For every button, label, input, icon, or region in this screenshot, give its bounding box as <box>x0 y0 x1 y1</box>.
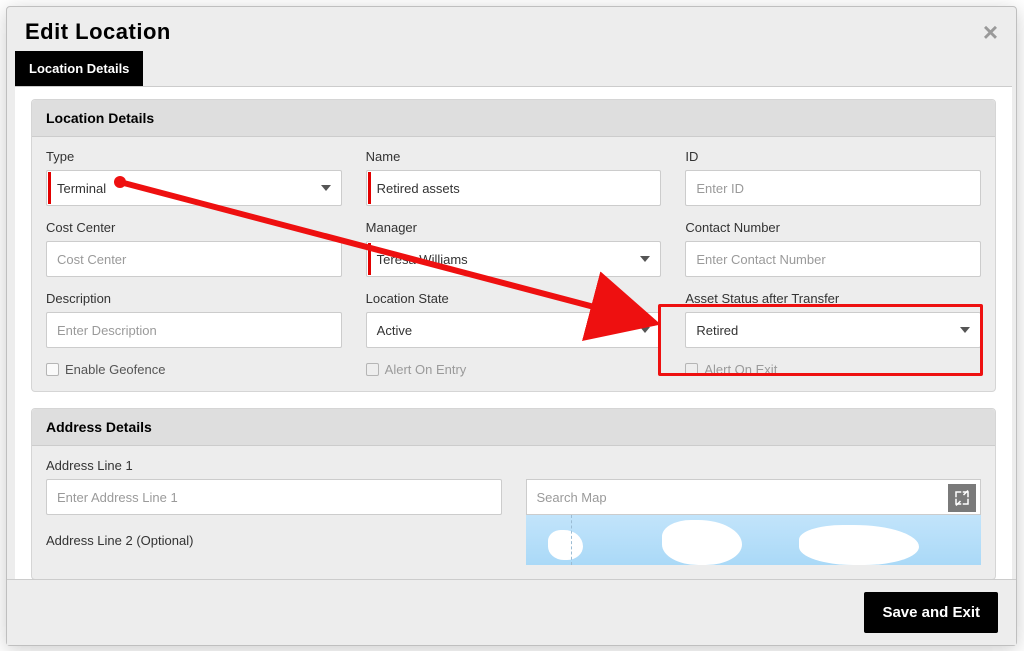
address-line-2-label: Address Line 2 (Optional) <box>46 533 502 548</box>
field-location-state: Location State Active <box>366 291 662 348</box>
address-line-1-label: Address Line 1 <box>46 458 502 473</box>
checkbox-icon <box>685 363 698 376</box>
map-search-placeholder: Search Map <box>537 490 607 505</box>
field-description: Description Enter Description <box>46 291 342 348</box>
alert-entry-label: Alert On Entry <box>385 362 467 377</box>
row-3: Description Enter Description Location S… <box>46 291 981 348</box>
panel-wrap: Location Details Type Terminal N <box>15 87 1012 579</box>
name-label: Name <box>366 149 662 164</box>
id-placeholder: Enter ID <box>696 181 744 196</box>
tab-row: Location Details <box>7 51 1016 86</box>
field-manager: Manager Teresa Williams <box>366 220 662 277</box>
asset-status-value: Retired <box>696 323 738 338</box>
address-right-column: Search Map <box>526 458 982 565</box>
checkbox-icon <box>366 363 379 376</box>
row-2: Cost Center Cost Center Manager Teresa W… <box>46 220 981 277</box>
checkbox-row: Enable Geofence Alert On Entry Alert On … <box>46 362 981 377</box>
required-indicator <box>368 243 371 275</box>
checkbox-icon <box>46 363 59 376</box>
field-asset-status: Asset Status after Transfer Retired <box>685 291 981 348</box>
chevron-down-icon <box>321 185 331 191</box>
id-input[interactable]: Enter ID <box>685 170 981 206</box>
description-placeholder: Enter Description <box>57 323 157 338</box>
field-id: ID Enter ID <box>685 149 981 206</box>
description-label: Description <box>46 291 342 306</box>
checkbox-alert-exit: Alert On Exit <box>685 362 981 377</box>
description-input[interactable]: Enter Description <box>46 312 342 348</box>
field-cost-center: Cost Center Cost Center <box>46 220 342 277</box>
close-icon[interactable]: × <box>983 19 998 45</box>
dialog-header: Edit Location × <box>7 7 1016 51</box>
checkbox-enable-geofence[interactable]: Enable Geofence <box>46 362 342 377</box>
scroll-area[interactable]: Location Details Type Terminal N <box>15 86 1012 579</box>
asset-status-select[interactable]: Retired <box>685 312 981 348</box>
panel-location-details: Location Details Type Terminal N <box>31 99 996 392</box>
field-contact: Contact Number Enter Contact Number <box>685 220 981 277</box>
required-indicator <box>368 172 371 204</box>
state-label: Location State <box>366 291 662 306</box>
address-left-column: Address Line 1 Enter Address Line 1 Addr… <box>46 458 502 565</box>
panel-body-address: Address Line 1 Enter Address Line 1 Addr… <box>32 446 995 579</box>
address-line-1-placeholder: Enter Address Line 1 <box>57 490 178 505</box>
type-value: Terminal <box>57 181 106 196</box>
dialog-footer: Save and Exit <box>7 579 1016 645</box>
state-value: Active <box>377 323 412 338</box>
map-search-input[interactable]: Search Map <box>526 479 982 515</box>
enable-geofence-label: Enable Geofence <box>65 362 165 377</box>
dialog-title: Edit Location <box>25 19 171 45</box>
spacer <box>526 458 982 479</box>
alert-exit-label: Alert On Exit <box>704 362 777 377</box>
field-address-line-2: Address Line 2 (Optional) <box>46 533 502 554</box>
required-indicator <box>48 172 51 204</box>
cost-center-input[interactable]: Cost Center <box>46 241 342 277</box>
type-label: Type <box>46 149 342 164</box>
chevron-down-icon <box>960 327 970 333</box>
manager-select[interactable]: Teresa Williams <box>366 241 662 277</box>
field-address-line-1: Address Line 1 Enter Address Line 1 <box>46 458 502 515</box>
contact-label: Contact Number <box>685 220 981 235</box>
chevron-down-icon <box>640 327 650 333</box>
checkbox-alert-entry: Alert On Entry <box>366 362 662 377</box>
asset-status-label: Asset Status after Transfer <box>685 291 981 306</box>
contact-input[interactable]: Enter Contact Number <box>685 241 981 277</box>
cost-center-placeholder: Cost Center <box>57 252 126 267</box>
contact-placeholder: Enter Contact Number <box>696 252 825 267</box>
cost-center-label: Cost Center <box>46 220 342 235</box>
panel-body-location: Type Terminal Name Retired asset <box>32 137 995 391</box>
expand-icon[interactable] <box>948 484 976 512</box>
save-and-exit-button[interactable]: Save and Exit <box>864 592 998 633</box>
chevron-down-icon <box>640 256 650 262</box>
type-select[interactable]: Terminal <box>46 170 342 206</box>
name-input[interactable]: Retired assets <box>366 170 662 206</box>
address-line-1-input[interactable]: Enter Address Line 1 <box>46 479 502 515</box>
row-1: Type Terminal Name Retired asset <box>46 149 981 206</box>
field-type: Type Terminal <box>46 149 342 206</box>
section-title-address: Address Details <box>32 409 995 446</box>
id-label: ID <box>685 149 981 164</box>
field-name: Name Retired assets <box>366 149 662 206</box>
state-select[interactable]: Active <box>366 312 662 348</box>
map-preview[interactable] <box>526 515 982 565</box>
name-value: Retired assets <box>377 181 460 196</box>
address-row: Address Line 1 Enter Address Line 1 Addr… <box>46 458 981 565</box>
manager-value: Teresa Williams <box>377 252 468 267</box>
edit-location-dialog: Edit Location × Location Details Locatio… <box>6 6 1017 646</box>
tab-location-details[interactable]: Location Details <box>15 51 143 86</box>
section-title-location: Location Details <box>32 100 995 137</box>
manager-label: Manager <box>366 220 662 235</box>
panel-address-details: Address Details Address Line 1 Enter Add… <box>31 408 996 579</box>
